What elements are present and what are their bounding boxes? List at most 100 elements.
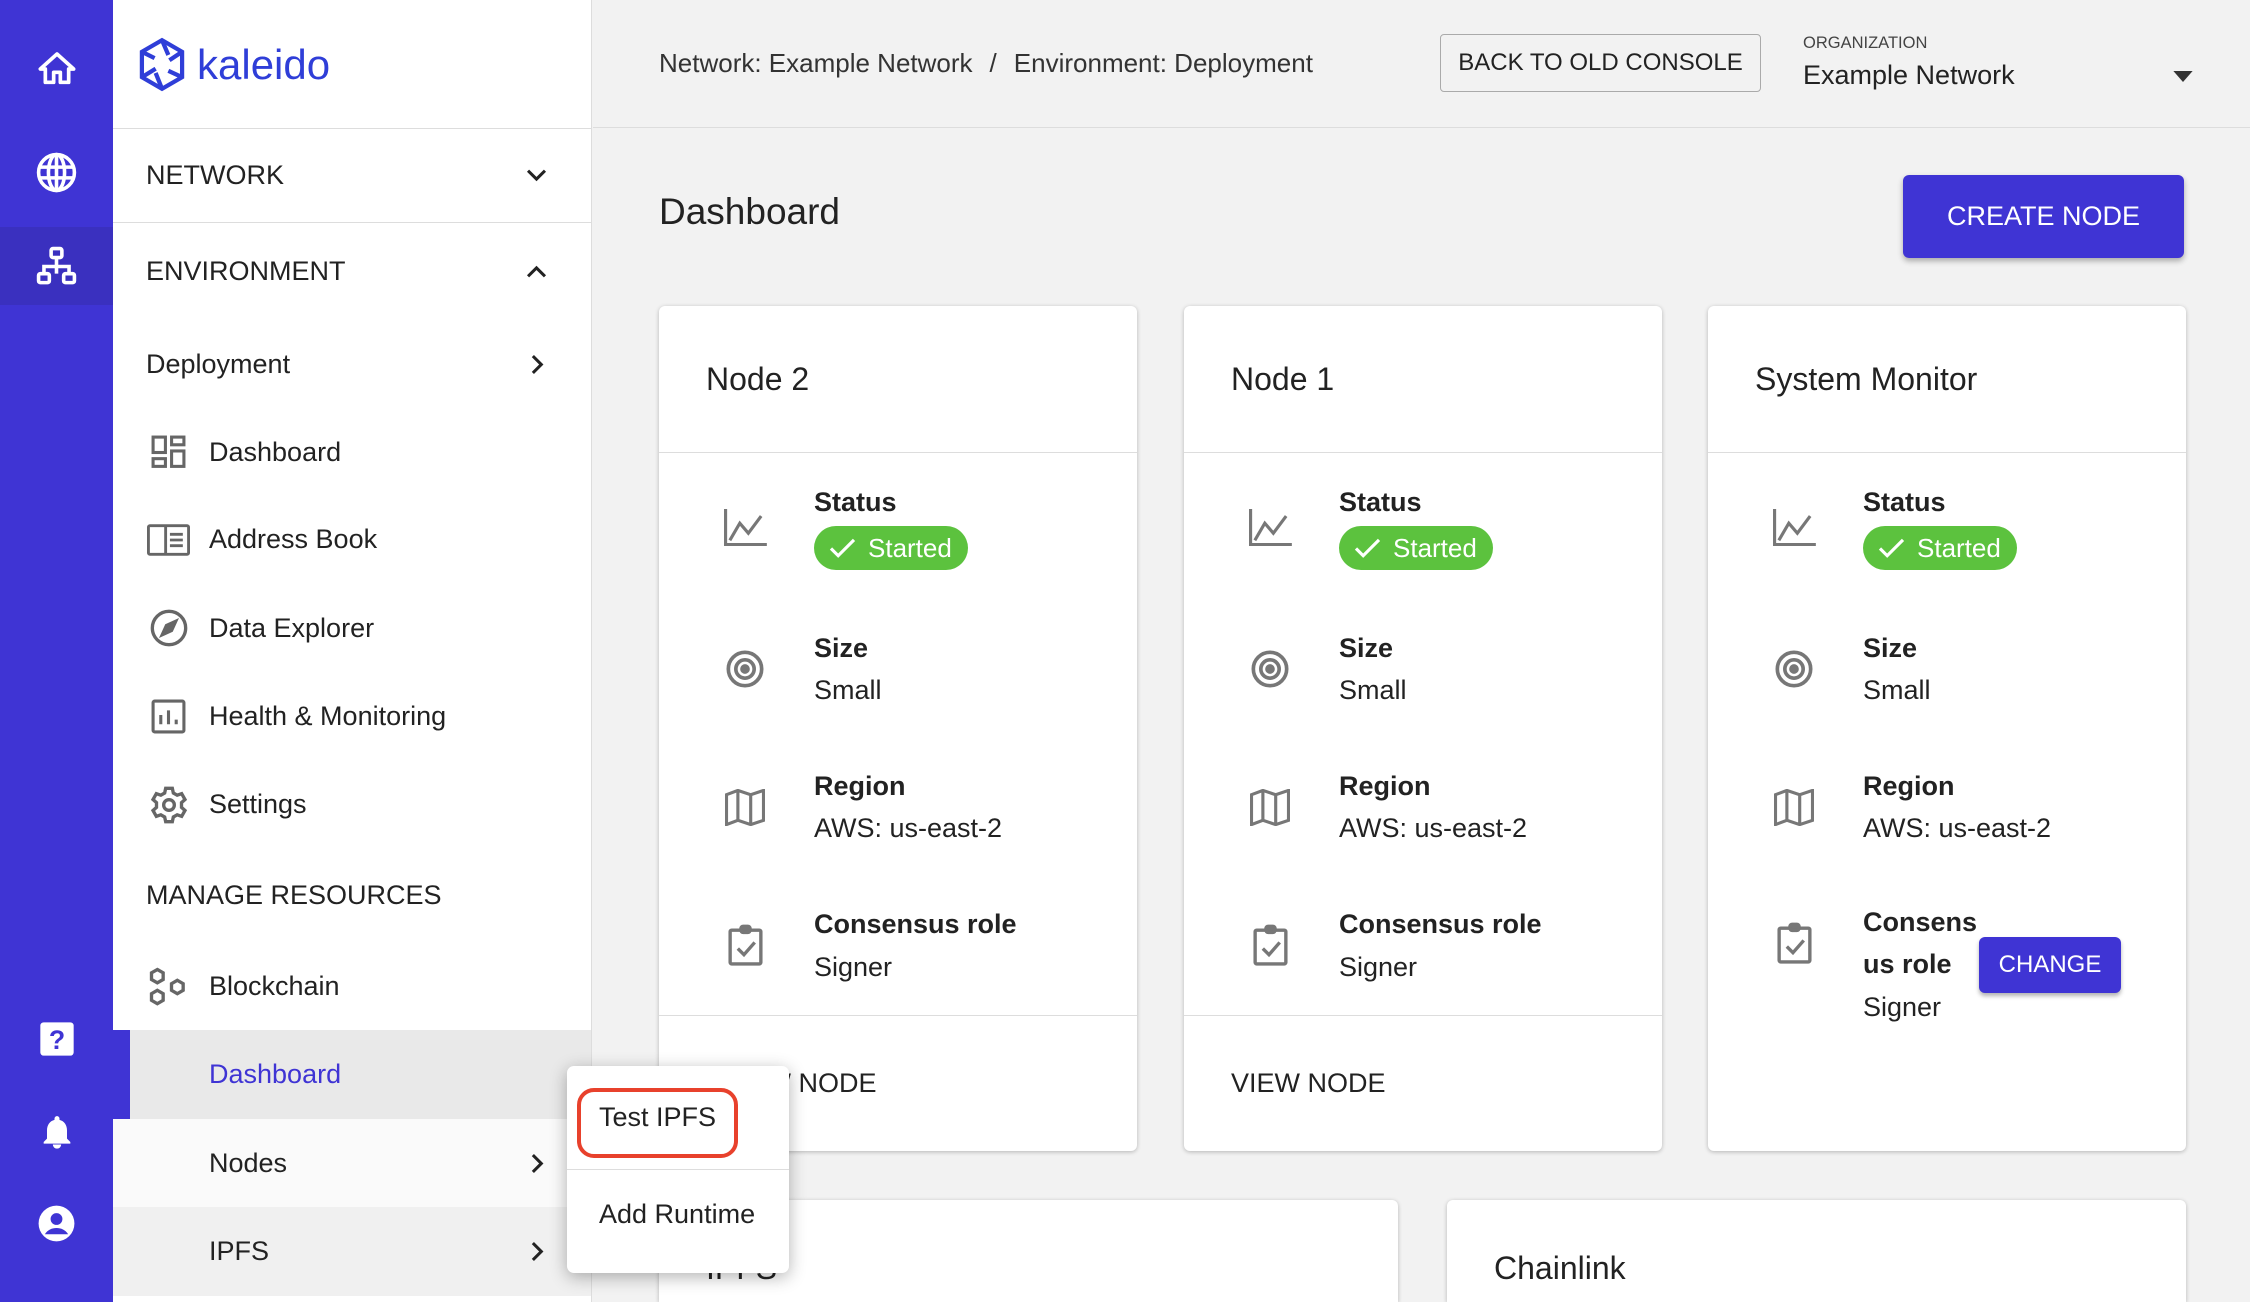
button-label: BACK TO OLD CONSOLE — [1458, 49, 1743, 76]
card-title: Node 1 — [1231, 361, 1335, 397]
target-icon — [1775, 650, 1813, 688]
field-value: Signer — [1339, 952, 1418, 982]
bar-chart-icon — [151, 699, 186, 734]
field-label: Consensus role — [814, 909, 1017, 939]
status-text: Started — [1917, 532, 2001, 563]
back-to-old-console-button[interactable]: BACK TO OLD CONSOLE — [1440, 34, 1761, 92]
breadcrumb: Network: Example Network / Environment: … — [659, 48, 1313, 79]
top-header: Network: Example Network / Environment: … — [593, 0, 2250, 128]
svg-text:?: ? — [48, 1025, 64, 1055]
rail-home[interactable] — [0, 30, 113, 108]
chart-line-icon — [1772, 508, 1816, 546]
chevron-right-icon — [531, 1241, 544, 1262]
check-icon — [1878, 538, 1905, 558]
dashboard-icon — [151, 435, 186, 468]
sidebar-item-address-book[interactable]: Address Book — [113, 495, 591, 584]
compass-icon — [150, 609, 187, 647]
environment-section-toggle[interactable]: ENVIRONMENT — [113, 224, 591, 319]
chevron-right-icon — [531, 1153, 544, 1173]
field-label: us role — [1863, 949, 1952, 979]
field-value: Small — [1863, 675, 1931, 705]
address-book-icon — [147, 523, 190, 556]
status-text: Started — [868, 532, 952, 563]
network-section-label: NETWORK — [146, 160, 284, 190]
app-root: ? kaleido NETWORK ENVIRONMENT Deployment — [0, 0, 2250, 1302]
sidebar-item-label: Health & Monitoring — [209, 701, 447, 731]
field-label: Status — [814, 487, 897, 517]
bell-icon — [43, 1116, 70, 1149]
field-value: AWS: us-east-2 — [814, 813, 1003, 843]
sidebar-item-data-explorer[interactable]: Data Explorer — [113, 584, 591, 672]
sidebar-item-label: Nodes — [209, 1147, 288, 1178]
network-section-toggle[interactable]: NETWORK — [113, 129, 591, 222]
environment-selector[interactable]: Deployment — [113, 319, 591, 409]
rail-account[interactable] — [0, 1184, 113, 1262]
home-icon — [38, 52, 75, 85]
rail-globe[interactable] — [0, 133, 113, 211]
view-node-button[interactable]: VIEW NODE — [1184, 1068, 1449, 1099]
sidebar-item-label: Dashboard — [209, 1059, 342, 1089]
sidebar-item-blockchain[interactable]: Blockchain — [113, 943, 591, 1030]
change-role-button[interactable]: CHANGE — [1979, 937, 2121, 993]
status-badge: Started — [1863, 526, 2017, 570]
caret-down-icon — [2173, 71, 2193, 82]
field-value: AWS: us-east-2 — [1339, 813, 1528, 843]
breadcrumb-environment[interactable]: Environment: Deployment — [1014, 48, 1313, 79]
sidebar-item-label: Address Book — [209, 524, 378, 554]
sidebar-item-settings[interactable]: Settings — [113, 761, 591, 848]
card-title: Node 2 — [706, 361, 810, 397]
field-label: Status — [1339, 487, 1422, 517]
sidebar-subitem-nodes[interactable]: Nodes — [113, 1119, 591, 1207]
node-card: Node 1 Status Started Size Small Region … — [1184, 306, 1662, 1151]
page-title: Dashboard — [659, 191, 841, 232]
chevron-right-icon — [531, 354, 544, 374]
field-label: Size — [1863, 633, 1918, 663]
organization-label: ORGANIZATION — [1803, 34, 1928, 52]
map-icon — [1250, 788, 1290, 826]
sidebar-item-label: Data Explorer — [209, 612, 375, 643]
card-title: Chainlink — [1494, 1250, 1626, 1286]
manage-resources-label: MANAGE RESOURCES — [146, 879, 442, 910]
map-icon — [725, 788, 765, 826]
field-value: Small — [1339, 675, 1407, 705]
chevron-down-icon — [526, 169, 547, 182]
environment-name: Deployment — [146, 348, 291, 379]
create-node-button[interactable]: CREATE NODE — [1903, 175, 2184, 258]
target-icon — [726, 650, 764, 688]
sidebar-item-label: Blockchain — [209, 971, 340, 1001]
field-label: Consensus role — [1339, 909, 1542, 939]
menu-item-add-runtime[interactable]: Add Runtime — [567, 1171, 789, 1257]
rail-help[interactable]: ? — [0, 1000, 113, 1078]
map-icon — [1774, 788, 1814, 826]
rail-network[interactable] — [0, 227, 113, 305]
status-badge: Started — [814, 526, 968, 570]
clipboard-check-icon — [727, 924, 763, 966]
chainlink-card: Chainlink — [1447, 1200, 2186, 1302]
account-circle-icon — [38, 1205, 75, 1241]
breadcrumb-separator: / — [989, 48, 997, 78]
environment-section-label: ENVIRONMENT — [146, 256, 346, 286]
chevron-up-icon — [526, 265, 547, 278]
chart-line-icon — [723, 508, 767, 546]
kaleido-logo-icon — [139, 37, 185, 92]
field-label: Region — [1863, 771, 1955, 801]
field-label: Region — [814, 771, 906, 801]
sidebar-subitem-ipfs[interactable]: IPFS — [113, 1207, 591, 1296]
sidebar-item-health-monitoring[interactable]: Health & Monitoring — [113, 672, 591, 761]
field-value: Small — [814, 675, 882, 705]
field-label: Region — [1339, 771, 1431, 801]
sidebar-item-label: IPFS — [209, 1236, 270, 1266]
button-label: CHANGE — [1998, 951, 2102, 978]
rail-notifications[interactable] — [0, 1093, 113, 1171]
kaleido-logo[interactable]: kaleido — [136, 37, 330, 92]
highlight-outline — [577, 1088, 738, 1158]
gear-icon — [150, 786, 187, 823]
logo-text: kaleido — [197, 40, 331, 88]
field-label: Consens — [1863, 907, 1978, 937]
organization-select[interactable]: ORGANIZATION Example Network — [1803, 34, 2193, 96]
sidebar-item-dashboard[interactable]: Dashboard — [113, 408, 591, 496]
sidebar-subitem-dashboard[interactable]: Dashboard — [113, 1030, 591, 1119]
button-label: VIEW NODE — [1231, 1068, 1386, 1098]
chart-line-icon — [1248, 508, 1292, 546]
breadcrumb-network[interactable]: Network: Example Network — [659, 48, 973, 79]
